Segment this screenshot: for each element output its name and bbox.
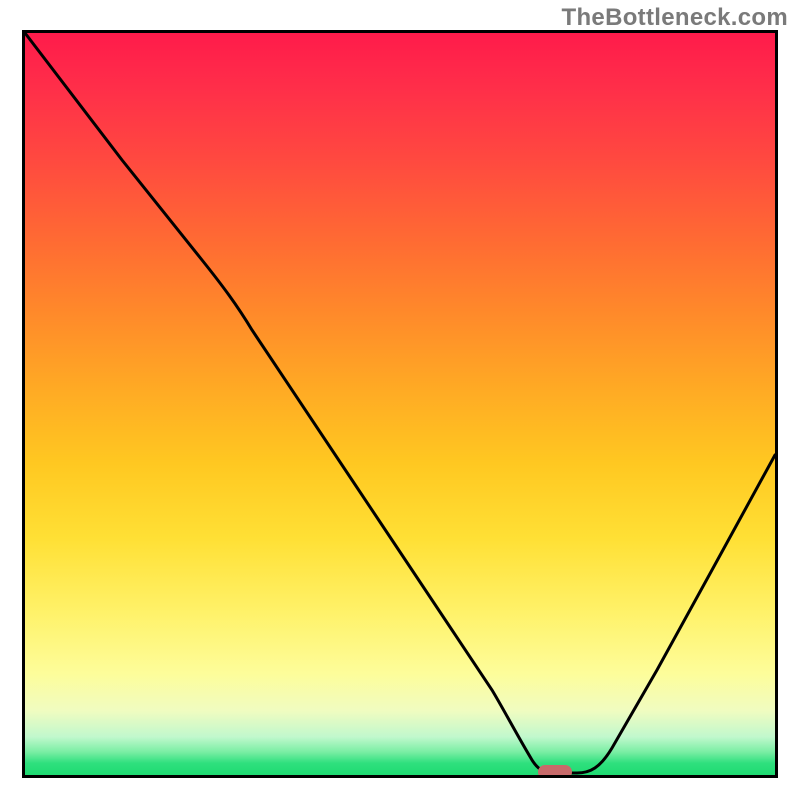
watermark-text: TheBottleneck.com (562, 4, 788, 32)
marker-rect (538, 765, 572, 778)
curve-svg (22, 30, 778, 778)
plot-area (22, 30, 778, 778)
chart-container: TheBottleneck.com (0, 0, 800, 800)
bottleneck-curve (25, 33, 775, 773)
